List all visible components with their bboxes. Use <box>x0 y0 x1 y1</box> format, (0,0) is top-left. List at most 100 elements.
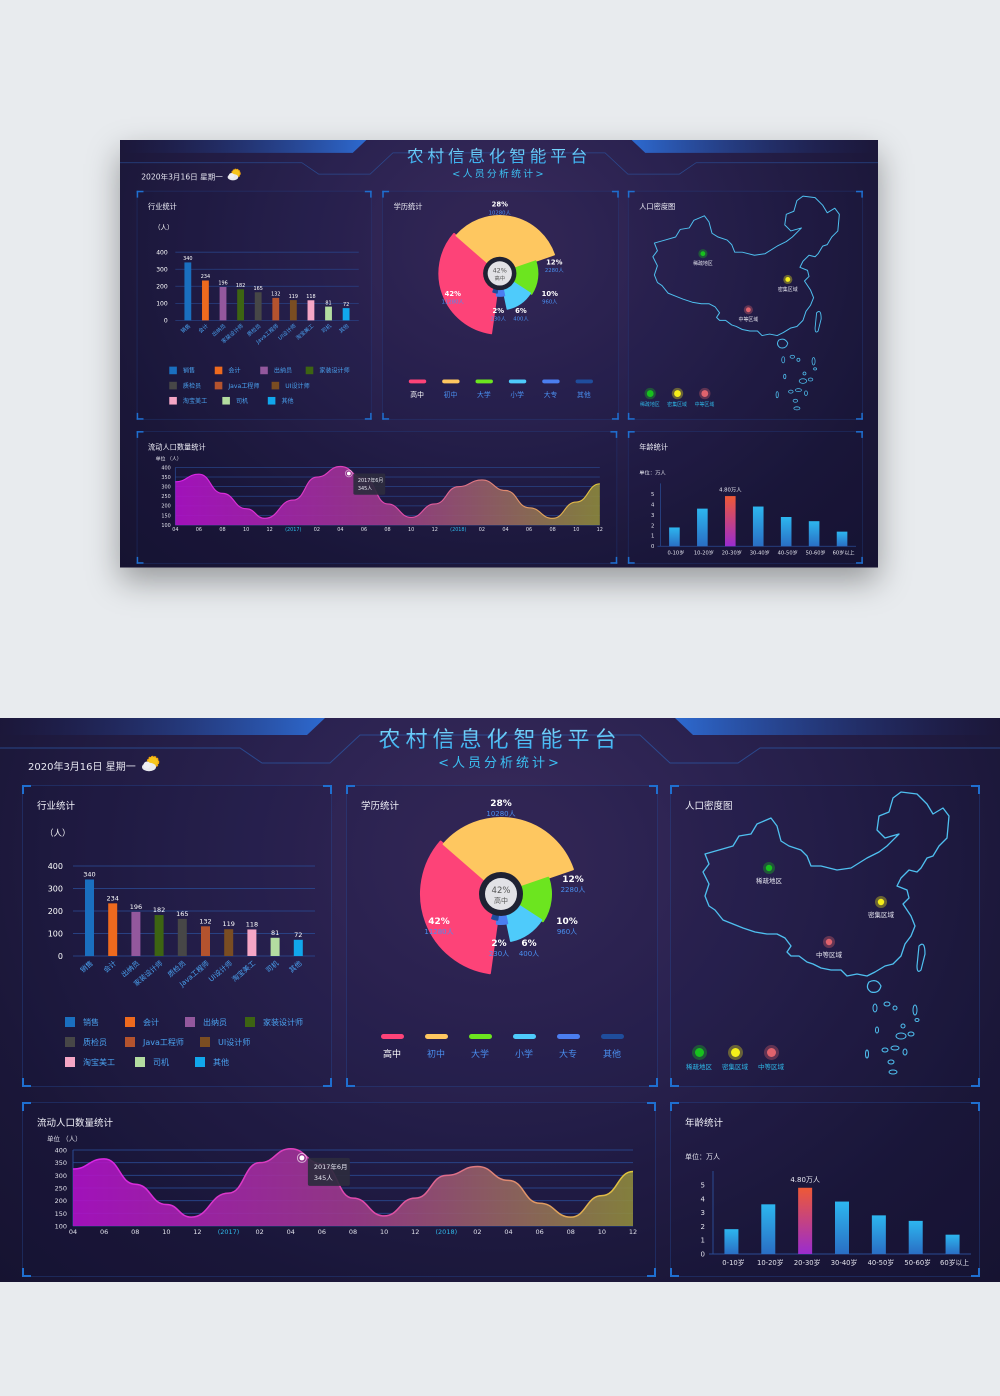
education-slice-count: 230人 <box>491 315 507 322</box>
industry-bar-label: 132 <box>271 292 280 298</box>
education-legend: 高中 初中 大学 小学 大专 其他 <box>406 379 596 400</box>
flow-x-tick: 10 <box>573 527 579 533</box>
age-y-tick: 3 <box>651 513 654 519</box>
education-legend-item: 小学 <box>509 1034 539 1060</box>
flow-x-tick: 06 <box>361 527 367 533</box>
legend-swatch <box>214 381 223 390</box>
flow-x-tick: 06 <box>526 527 532 533</box>
legend-label: 出纳员 <box>273 367 293 374</box>
density-panel: 人口密度图 稀疏地区 密集区域 中等区域 稀疏地区 密集区域 中等区域 <box>627 190 863 420</box>
industry-bar <box>85 879 94 956</box>
flow-x-tick: 12 <box>193 1228 201 1236</box>
age-bar <box>798 1187 813 1254</box>
industry-bar <box>325 306 332 321</box>
flow-panel: 流动人口数量统计 单位 （人） 100 150 200 250 300 350 400 04 06… <box>136 431 618 564</box>
industry-bar-label: 81 <box>271 929 279 937</box>
legend-swatch <box>260 366 268 375</box>
flow-x-tick: 12 <box>267 527 273 533</box>
industry-legend-item: UI设计师 <box>271 378 329 393</box>
industry-panel-title: 行业统计 <box>37 801 76 812</box>
legend-label: Java工程师 <box>143 1037 184 1047</box>
age-y-unit: 单位：万人 <box>685 1152 720 1161</box>
industry-bar-label: 340 <box>183 256 192 262</box>
age-bar <box>761 1204 776 1254</box>
density-legend-item: 密集区域 <box>667 390 687 408</box>
legend-label: 密集区域 <box>667 401 687 408</box>
legend-swatch <box>200 1037 210 1047</box>
education-center-name: 高中 <box>494 274 505 282</box>
legend-swatch <box>245 1017 255 1027</box>
industry-y-tick: 0 <box>58 952 63 961</box>
flow-y-tick: 400 <box>55 1147 67 1155</box>
education-slice-count: 230人 <box>489 950 509 958</box>
legend-label: 大学 <box>470 1050 489 1060</box>
industry-x-label: 出纳员 <box>210 322 227 338</box>
legend-label: 高中 <box>382 1050 401 1060</box>
map-marker-dot <box>765 864 773 872</box>
flow-x-tick: 04 <box>502 527 508 533</box>
age-x-label: 20-30岁 <box>722 549 742 557</box>
legend-swatch <box>305 366 314 375</box>
age-x-label: 10-20岁 <box>757 1258 784 1267</box>
industry-bar <box>272 297 280 321</box>
flow-y-tick: 250 <box>161 494 170 500</box>
education-legend-item: 其他 <box>597 1034 627 1060</box>
industry-bar-label: 165 <box>176 910 188 918</box>
industry-bar <box>154 915 164 956</box>
industry-bar <box>342 308 350 321</box>
density-legend-item: 密集区域 <box>722 1048 748 1071</box>
legend-swatch <box>271 381 280 390</box>
legend-label: 其他 <box>577 391 591 400</box>
legend-label: 高中 <box>410 391 424 400</box>
education-slice-count: 2280人 <box>545 267 564 274</box>
legend-dot <box>701 390 708 397</box>
flow-x-tick: 06 <box>100 1228 108 1236</box>
education-slice-count: 10280人 <box>489 209 512 216</box>
industry-x-label: 会计 <box>101 959 118 975</box>
age-x-label: 40-50岁 <box>778 549 798 557</box>
age-x-label: 40-50岁 <box>868 1258 895 1267</box>
legend-swatch <box>541 379 560 384</box>
education-legend: 高中 初中 大学 小学 大专 其他 <box>377 1034 627 1060</box>
south-sea-islands <box>865 1001 920 1075</box>
industry-legend-item: Java工程师 <box>214 378 272 393</box>
education-slice-percent: 10% <box>556 917 578 927</box>
industry-legend: 销售 会计 出纳员 家装设计师 质检员 Java工程师 UI设计师 淘宝美工 司机 其他 <box>169 363 366 408</box>
tooltip-value: 345人 <box>314 1174 333 1182</box>
industry-x-label: 淘宝美工 <box>294 321 316 341</box>
flow-x-tick: (2017) <box>285 527 301 533</box>
age-bar <box>871 1215 886 1254</box>
tooltip-title: 2017年6月 <box>314 1162 348 1171</box>
legend-swatch <box>135 1057 145 1067</box>
legend-swatch <box>468 1034 492 1039</box>
map-marker-label: 中等区域 <box>816 950 843 959</box>
industry-bar-label: 234 <box>106 894 118 902</box>
age-bar-chart: 单位：万人 0 1 2 3 4 5 0-10岁 10-20岁 20-30岁 4.80万人 30-40岁… <box>685 1152 971 1267</box>
age-bar <box>835 1201 849 1254</box>
map-marker-label: 密集区域 <box>868 910 895 919</box>
flow-y-tick: 300 <box>55 1172 67 1180</box>
legend-label: 中等区域 <box>758 1063 784 1071</box>
legend-swatch <box>380 1034 404 1039</box>
legend-label: 稀疏地区 <box>639 401 660 408</box>
industry-bar-label: 132 <box>199 917 211 925</box>
age-bar <box>669 527 680 547</box>
industry-bar-label: 196 <box>130 903 142 911</box>
industry-bar <box>224 929 234 956</box>
age-x-label: 50-60岁 <box>806 549 826 557</box>
industry-bar-label: 234 <box>201 274 210 280</box>
hainan-island <box>777 338 789 349</box>
flow-x-tick: 06 <box>318 1228 326 1236</box>
flow-y-tick: 400 <box>161 465 170 471</box>
industry-bar <box>293 939 303 956</box>
flow-x-tick: 06 <box>196 527 202 533</box>
legend-swatch <box>408 379 426 384</box>
flow-x-tick: 02 <box>314 527 320 533</box>
industry-x-label: 质检员 <box>245 322 262 338</box>
tooltip-value: 345人 <box>358 486 372 492</box>
industry-bar <box>237 289 245 321</box>
industry-bar-label: 81 <box>325 300 331 306</box>
industry-y-tick: 400 <box>156 249 168 256</box>
industry-bar <box>247 929 257 956</box>
legend-label: 家装设计师 <box>319 367 350 374</box>
